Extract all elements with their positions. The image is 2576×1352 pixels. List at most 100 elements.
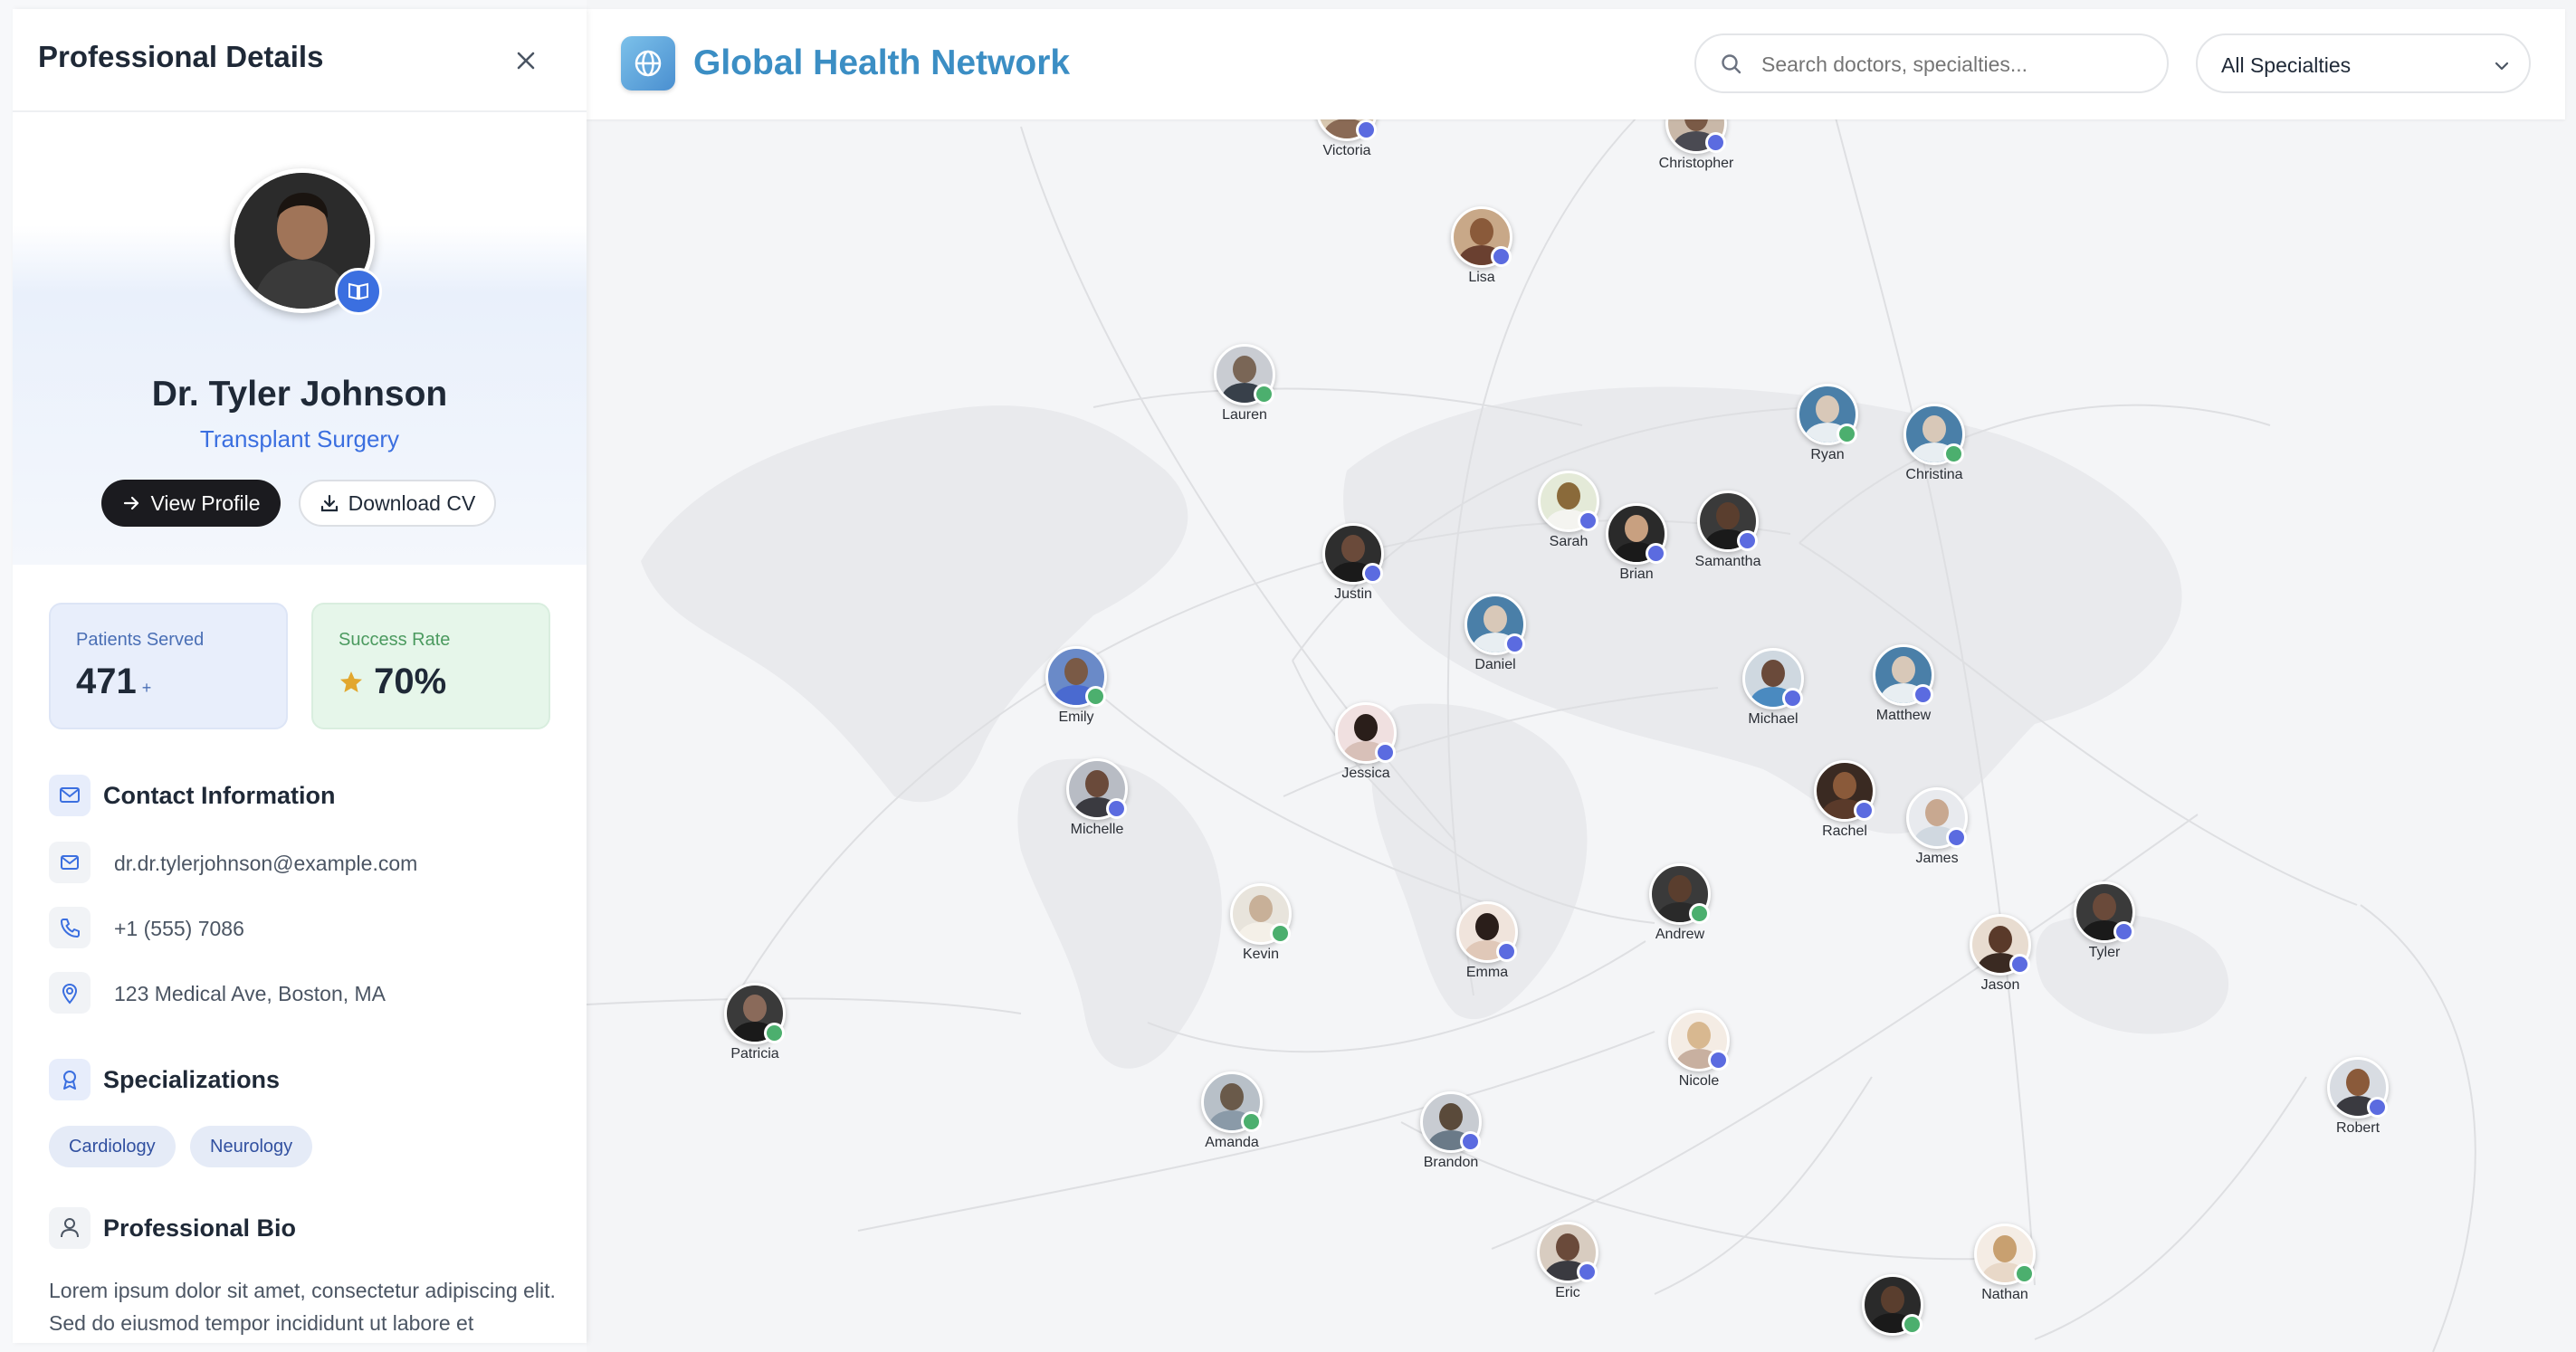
doctor-marker[interactable]: Michelle: [1043, 758, 1151, 838]
search-input[interactable]: [1760, 48, 2143, 81]
chevron-down-icon: [2495, 62, 2509, 71]
doctor-specialty: Transplant Surgery: [199, 425, 400, 452]
doctor-marker[interactable]: Amanda: [1178, 1071, 1286, 1151]
professional-details-panel: Professional Details Dr. Tyler Johnson T…: [13, 9, 587, 1343]
doctor-marker[interactable]: Jessica: [1312, 702, 1420, 782]
doctor-name: Nathan: [1981, 1287, 2028, 1302]
doctor-name: Christopher: [1658, 156, 1734, 171]
success-rate-label: Success Rate: [339, 630, 451, 650]
doctor-name: Michelle: [1070, 822, 1124, 837]
contact-phone-row[interactable]: +1 (555) 7086: [49, 907, 556, 948]
contact-email: dr.dr.tylerjohnson@example.com: [114, 852, 418, 875]
doctor-name: Jessica: [1341, 766, 1390, 781]
doctor-marker[interactable]: Eric: [1513, 1222, 1622, 1301]
bio-text: Lorem ipsum dolor sit amet, consectetur …: [49, 1279, 556, 1335]
doctor-marker[interactable]: Brandon: [1397, 1091, 1505, 1171]
patients-served-value: 471 +: [76, 662, 286, 702]
view-profile-button[interactable]: View Profile: [101, 480, 281, 527]
doctor-name: Tyler: [2088, 945, 2121, 960]
doctor-marker[interactable]: Lisa: [1427, 206, 1536, 286]
globe-icon: [621, 36, 675, 90]
user-icon: [49, 1207, 91, 1249]
doctor-marker[interactable]: James: [1883, 787, 1991, 867]
status-dot: [1705, 132, 1726, 153]
status-dot: [1106, 798, 1127, 819]
doctor-name: Brandon: [1423, 1155, 1479, 1170]
doctor-marker[interactable]: Matthew: [1849, 644, 1958, 724]
arrow-right-icon: [124, 496, 139, 510]
doctor-name: Eric: [1555, 1285, 1580, 1300]
doctor-marker[interactable]: Andrew: [1626, 863, 1734, 943]
status-dot: [1491, 246, 1512, 267]
mail-icon: [49, 842, 91, 883]
doctor-marker[interactable]: [1838, 1274, 1947, 1338]
patients-served-card: Patients Served 471 +: [49, 603, 288, 729]
doctor-marker[interactable]: Ryan: [1773, 384, 1882, 463]
status-dot: [2367, 1097, 2388, 1118]
download-cv-button[interactable]: Download CV: [299, 480, 496, 527]
search-box[interactable]: [1694, 33, 2169, 93]
doctor-marker[interactable]: Robert: [2304, 1057, 2412, 1137]
status-dot: [1946, 827, 1967, 848]
status-dot: [2009, 954, 2030, 975]
status-dot: [1241, 1111, 1262, 1132]
status-dot: [1837, 424, 1857, 444]
status-dot: [1460, 1131, 1481, 1152]
patients-served-number: 471: [76, 662, 137, 701]
doctor-marker[interactable]: Nathan: [1951, 1223, 2059, 1303]
doctor-name: Lisa: [1468, 270, 1495, 285]
doctor-name: Emily: [1058, 709, 1094, 725]
specialty-filter-select[interactable]: All Specialties: [2196, 33, 2531, 93]
doctor-name: Kevin: [1242, 947, 1280, 962]
close-button[interactable]: [510, 45, 541, 76]
network-map[interactable]: Victoria Christopher Lisa Lauren Ryan Ch…: [587, 0, 2576, 1352]
contact-email-row[interactable]: dr.dr.tylerjohnson@example.com: [49, 842, 556, 883]
status-dot: [1375, 742, 1396, 763]
contact-address-row[interactable]: 123 Medical Ave, Boston, MA: [49, 972, 556, 1014]
doctor-name: Lauren: [1222, 407, 1267, 423]
star-icon: [340, 671, 362, 692]
doctor-name: Christina: [1905, 467, 1963, 482]
doctor-marker[interactable]: Nicole: [1645, 1010, 1753, 1090]
top-header: Global Health Network All Specialties: [587, 9, 2565, 119]
status-dot: [1737, 530, 1758, 551]
doctor-marker[interactable]: Emily: [1022, 646, 1131, 726]
contact-section-heading: Contact Information: [49, 775, 556, 816]
status-dot: [2113, 921, 2134, 942]
patients-served-label: Patients Served: [76, 630, 205, 650]
status-dot: [1854, 800, 1875, 821]
status-dot: [1689, 903, 1710, 924]
status-dot: [1085, 686, 1106, 707]
doctor-marker[interactable]: Justin: [1299, 523, 1407, 603]
specialization-tag[interactable]: Cardiology: [49, 1126, 176, 1167]
specialty-filter-value: All Specialties: [2221, 53, 2352, 77]
brand-title: Global Health Network: [693, 43, 1071, 82]
status-dot: [1504, 633, 1525, 654]
contact-heading-text: Contact Information: [103, 782, 336, 809]
doctor-marker[interactable]: Jason: [1946, 914, 2055, 994]
doctor-marker[interactable]: Emma: [1433, 901, 1541, 981]
doctor-marker[interactable]: Tyler: [2050, 881, 2159, 961]
contact-address: 123 Medical Ave, Boston, MA: [114, 982, 386, 1005]
doctor-name: Amanda: [1205, 1135, 1259, 1150]
mail-icon: [49, 775, 91, 816]
status-dot: [1913, 684, 1933, 705]
specialization-tag[interactable]: Neurology: [190, 1126, 313, 1167]
close-icon: [517, 52, 535, 70]
status-dot: [1496, 941, 1517, 962]
status-dot: [1270, 923, 1291, 944]
doctor-marker[interactable]: Patricia: [701, 983, 809, 1062]
location-pin-icon: [49, 972, 91, 1014]
status-dot: [1577, 1262, 1598, 1282]
doctor-marker[interactable]: Daniel: [1441, 594, 1550, 673]
status-dot: [1782, 688, 1803, 709]
panel-title: Professional Details: [38, 40, 324, 73]
status-dot: [1254, 384, 1274, 405]
doctor-marker[interactable]: Christina: [1880, 404, 1989, 483]
view-profile-label: View Profile: [150, 490, 261, 515]
doctor-marker[interactable]: Kevin: [1207, 883, 1315, 963]
profile-summary: Dr. Tyler Johnson Transplant Surgery Vie…: [13, 112, 587, 565]
doctor-marker[interactable]: Michael: [1719, 648, 1827, 728]
doctor-marker[interactable]: Lauren: [1190, 344, 1299, 424]
doctor-marker[interactable]: Samantha: [1674, 490, 1782, 570]
